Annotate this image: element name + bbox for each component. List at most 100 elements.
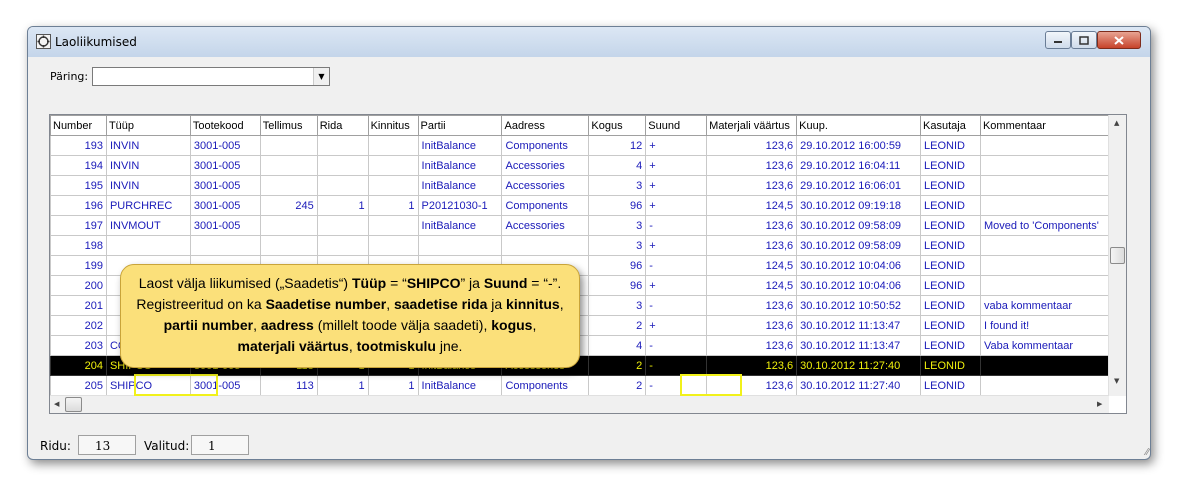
table-cell[interactable]: 3001-005 (189, 135, 261, 156)
column-header[interactable]: Kinnitus (367, 115, 419, 136)
table-cell[interactable]: LEONID (920, 295, 981, 316)
table-cell[interactable]: 202 (50, 315, 107, 336)
table-cell[interactable]: 30.10.2012 09:19:18 (796, 195, 922, 216)
table-cell[interactable]: LEONID (920, 335, 981, 356)
table-cell[interactable]: 4 (588, 155, 647, 176)
title-bar[interactable]: Laoliikumised (28, 27, 1150, 57)
vertical-scroll-thumb[interactable] (1110, 247, 1125, 264)
table-cell[interactable] (316, 175, 369, 196)
column-header[interactable]: Rida (316, 115, 369, 136)
column-header[interactable]: Aadress (501, 115, 590, 136)
table-cell[interactable] (979, 155, 1109, 176)
table-cell[interactable]: 30.10.2012 09:58:09 (796, 215, 922, 236)
table-cell[interactable]: 3001-005 (189, 215, 261, 236)
table-cell[interactable]: I found it! (979, 315, 1109, 336)
table-cell[interactable] (367, 155, 419, 176)
column-header[interactable]: Number (50, 115, 107, 136)
table-cell[interactable]: 2 (588, 315, 647, 336)
table-cell[interactable]: Accessories (501, 215, 590, 236)
table-cell[interactable]: Components (501, 195, 590, 216)
table-row[interactable]: 194 INVIN 3001-005 InitBalance Accessories 4 +… (50, 155, 1109, 176)
table-cell[interactable]: 123,6 (706, 355, 798, 376)
table-cell[interactable]: 2 (588, 355, 647, 376)
table-cell[interactable]: 30.10.2012 10:50:52 (796, 295, 922, 316)
table-cell[interactable]: Accessories (501, 155, 590, 176)
table-cell[interactable]: 12 (588, 135, 647, 156)
table-cell[interactable]: 204 (50, 355, 107, 376)
table-cell[interactable]: 1 (367, 195, 419, 216)
scroll-up-icon[interactable]: ▲ (1114, 119, 1119, 127)
scroll-down-icon[interactable]: ▼ (1114, 377, 1119, 385)
table-cell[interactable]: 198 (50, 235, 107, 256)
table-cell[interactable] (367, 175, 419, 196)
table-cell[interactable]: 123,6 (706, 135, 798, 156)
table-cell[interactable]: 30.10.2012 10:04:06 (796, 275, 922, 296)
column-header[interactable]: Tüüp (105, 115, 191, 136)
table-cell[interactable]: LEONID (920, 255, 981, 276)
column-header[interactable]: Kasutaja (920, 115, 981, 136)
table-cell[interactable]: 30.10.2012 10:04:06 (796, 255, 922, 276)
table-cell[interactable]: LEONID (920, 195, 981, 216)
column-header[interactable]: Materjali väärtus (706, 115, 798, 136)
table-cell[interactable]: 3001-005 (189, 175, 261, 196)
table-cell[interactable]: P20121030-1 (417, 195, 503, 216)
table-cell[interactable]: 124,5 (706, 275, 798, 296)
table-cell[interactable]: InitBalance (417, 155, 503, 176)
table-cell[interactable] (316, 155, 369, 176)
table-cell[interactable] (367, 215, 419, 236)
table-cell[interactable]: 123,6 (706, 155, 798, 176)
column-header[interactable]: Tootekood (189, 115, 261, 136)
table-cell[interactable] (259, 135, 318, 156)
table-cell[interactable]: 123,6 (706, 175, 798, 196)
table-cell[interactable]: 3 (588, 215, 647, 236)
table-cell[interactable] (979, 275, 1109, 296)
table-cell[interactable]: + (645, 315, 708, 336)
table-cell[interactable]: 30.10.2012 11:13:47 (796, 315, 922, 336)
table-cell[interactable]: 2 (588, 375, 647, 396)
table-cell[interactable]: 199 (50, 255, 107, 276)
table-cell[interactable]: LEONID (920, 175, 981, 196)
table-cell[interactable]: - (645, 295, 708, 316)
table-cell[interactable]: INVMOUT (105, 215, 191, 236)
table-cell[interactable]: 245 (259, 195, 318, 216)
table-cell[interactable]: 196 (50, 195, 107, 216)
table-cell[interactable]: 3 (588, 175, 647, 196)
column-header[interactable]: Kuup. (796, 115, 922, 136)
table-cell[interactable]: 1 (316, 195, 369, 216)
table-cell[interactable]: - (645, 215, 708, 236)
table-cell[interactable]: LEONID (920, 315, 981, 336)
table-cell[interactable] (259, 155, 318, 176)
table-cell[interactable] (259, 215, 318, 236)
table-cell[interactable]: 123,6 (706, 235, 798, 256)
table-cell[interactable]: 30.10.2012 11:13:47 (796, 335, 922, 356)
table-cell[interactable]: - (645, 355, 708, 376)
table-cell[interactable] (501, 235, 590, 256)
table-cell[interactable]: 3 (588, 235, 647, 256)
table-cell[interactable]: Moved to 'Components' (979, 215, 1109, 236)
table-cell[interactable]: 124,5 (706, 255, 798, 276)
table-cell[interactable] (259, 235, 318, 256)
table-cell[interactable]: + (645, 175, 708, 196)
table-cell[interactable]: 96 (588, 255, 647, 276)
table-row[interactable]: 195 INVIN 3001-005 InitBalance Accessories 3 +… (50, 175, 1109, 196)
table-cell[interactable]: LEONID (920, 375, 981, 396)
table-cell[interactable]: 30.10.2012 11:27:40 (796, 375, 922, 396)
table-cell[interactable]: INVIN (105, 155, 191, 176)
table-row[interactable]: 196 PURCHREC 3001-005 245 1 1 P20121030-1 Compo… (50, 195, 1109, 216)
table-cell[interactable]: 195 (50, 175, 107, 196)
table-cell[interactable]: + (645, 155, 708, 176)
table-cell[interactable]: 4 (588, 335, 647, 356)
table-cell[interactable] (979, 135, 1109, 156)
table-cell[interactable]: 193 (50, 135, 107, 156)
table-cell[interactable]: LEONID (920, 155, 981, 176)
column-header[interactable]: Kommentaar (979, 115, 1109, 136)
table-cell[interactable] (316, 235, 369, 256)
horizontal-scroll-thumb[interactable] (65, 397, 82, 412)
table-cell[interactable]: LEONID (920, 235, 981, 256)
table-cell[interactable] (979, 235, 1109, 256)
scroll-left-icon[interactable]: ◀ (54, 400, 59, 408)
table-cell[interactable]: Components (501, 375, 590, 396)
table-cell[interactable] (979, 195, 1109, 216)
table-cell[interactable]: 205 (50, 375, 107, 396)
table-cell[interactable] (316, 215, 369, 236)
